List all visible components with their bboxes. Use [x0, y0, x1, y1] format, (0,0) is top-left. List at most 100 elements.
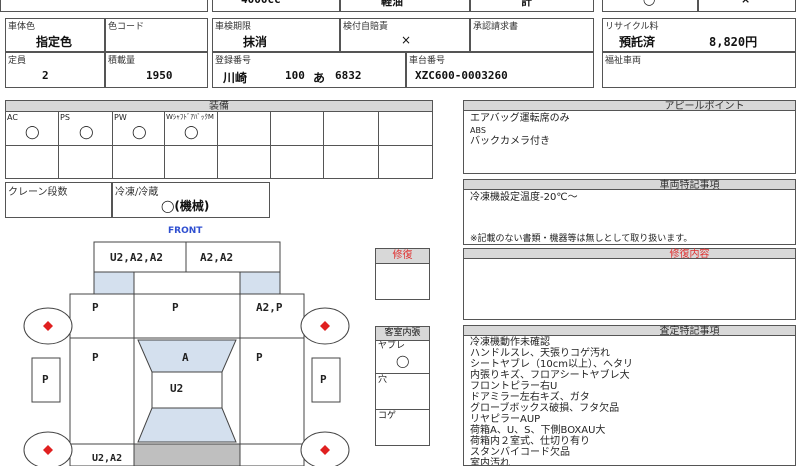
- load-cell: 積載量 1950: [105, 52, 208, 88]
- interior-label-tear: ヤブレ: [378, 341, 406, 351]
- diagram-mid-right: A2,P: [256, 301, 283, 314]
- top-cell-fuel: 軽油: [340, 0, 470, 12]
- inspection-label: 車検期限: [215, 22, 252, 32]
- equip-label-pw: PW: [114, 113, 127, 122]
- approval-label: 承認請求書: [473, 22, 519, 32]
- diagram-mid-left: P: [92, 301, 99, 314]
- body-color-cell: 車体色 指定色: [5, 18, 105, 52]
- interior-box: 客室内張 ヤブレ ◯ 穴 コゲ: [375, 326, 430, 446]
- diagram-bottom-left: U2,A2: [92, 453, 123, 464]
- note-line: リヤピラーAUP: [470, 414, 541, 425]
- recycle-label: リサイクル料: [605, 22, 659, 32]
- diagram-lower-left: P: [92, 351, 99, 364]
- body-color-value: 指定色: [36, 35, 73, 49]
- front-label: FRONT: [168, 226, 203, 236]
- approval-cell: 承認請求書: [470, 18, 594, 52]
- interior-mark-tear: ◯: [396, 354, 410, 368]
- registration-number: 6832: [335, 69, 362, 82]
- special-line-1: 冷凍機設定温度-20℃～: [470, 192, 578, 203]
- diagram-side-right: P: [320, 373, 327, 386]
- note-line: フロントピラー右U: [470, 381, 558, 392]
- load-value: 1950: [146, 69, 173, 82]
- crane-cell: クレーン段数: [5, 182, 112, 218]
- registration-cell: 登録番号 川崎 100 あ 6832: [212, 52, 406, 88]
- top-cell-left: [0, 0, 208, 12]
- registration-city: 川崎: [223, 71, 248, 85]
- top-cell-circle: ◯: [602, 0, 698, 12]
- circle-mark: ◯: [643, 0, 655, 6]
- recycle-amount: 8,820円: [709, 35, 758, 49]
- welfare-label: 福祉車両: [605, 56, 642, 66]
- note-line: ドアミラー左右キズ、ガタ: [470, 392, 590, 403]
- chassis-value: XZC600-0003260: [415, 69, 508, 82]
- welfare-cell: 福祉車両: [602, 52, 796, 88]
- capacity-cell: 定員 2: [5, 52, 105, 88]
- note-line: ハンドルスレ、天張りコゲ汚れ: [470, 348, 610, 359]
- chassis-cell: 車台番号 XZC600-0003260: [406, 52, 594, 88]
- note-line: スタンバイコード欠品: [470, 447, 570, 458]
- equip-mark-ac: ◯: [25, 125, 40, 140]
- fuel-value: 軽油: [381, 0, 403, 8]
- note-line: 内張りキズ、フロアシートヤブレ大: [470, 370, 630, 381]
- chassis-label: 車台番号: [409, 56, 446, 66]
- recycle-cell: リサイクル料 預託済 8,820円: [602, 18, 796, 52]
- equip-mark-4th: ◯: [184, 125, 199, 140]
- displacement-value: 4000cc: [241, 0, 281, 6]
- special-footer: ※記載のない書類・機器等は無しとして取り扱います。: [470, 234, 693, 244]
- note-line: 室内汚れ: [470, 458, 510, 466]
- repair-box: 修復: [375, 248, 430, 300]
- interior-title: 客室内張: [376, 327, 429, 341]
- note-line: グローブボックス破損、フタ欠品: [470, 403, 620, 414]
- color-code-label: 色コード: [108, 22, 145, 32]
- insurance-value: ×: [401, 33, 412, 47]
- repair-contents-box: [463, 258, 796, 320]
- capacity-value: 2: [42, 69, 49, 82]
- equip-label-4th: WｼｬﾌﾄﾞｱﾊﾞｯｸMT: [166, 113, 214, 121]
- appeal-line-2: ABS: [470, 126, 486, 135]
- diagram-mid-center: P: [172, 301, 179, 314]
- equip-mark-ps: ◯: [79, 125, 94, 140]
- insurance-label: 検付自賠責: [343, 22, 389, 32]
- diagram-lower-right: P: [256, 351, 263, 364]
- registration-kana: あ: [313, 71, 326, 85]
- color-code-cell: 色コード: [105, 18, 208, 52]
- note-line: 冷凍機動作未確認: [470, 337, 550, 348]
- load-label: 積載量: [108, 56, 136, 66]
- misc-value: 計: [521, 0, 532, 8]
- diagram-top-right: A2,A2: [200, 251, 234, 264]
- note-line: シートヤブレ（10cm以上）、ヘタリ: [470, 359, 633, 370]
- top-cell-misc: 計: [470, 0, 594, 12]
- recycle-status: 預託済: [619, 35, 656, 49]
- appeal-line-3: バックカメラ付き: [470, 136, 550, 147]
- special-box: 冷凍機設定温度-20℃～ ※記載のない書類・機器等は無しとして取り扱います。: [463, 189, 796, 245]
- equip-label-ps: PS: [60, 113, 70, 122]
- repair-box-label: 修復: [376, 249, 429, 264]
- capacity-label: 定員: [8, 56, 27, 66]
- insurance-cell: 検付自賠責 ×: [340, 18, 470, 52]
- diagram-center-a: A: [182, 351, 189, 364]
- diagram-center-u2: U2: [170, 382, 184, 395]
- top-cell-displacement: 4000cc: [212, 0, 340, 12]
- freezer-value: ◯(機械): [161, 199, 210, 213]
- appeal-line-1: エアバッグ運転席のみ: [470, 113, 570, 124]
- body-color-label: 車体色: [8, 22, 36, 32]
- inspection-value: 抹消: [243, 35, 268, 49]
- note-line: 荷箱A、U、S、下側BOXAU大: [470, 425, 606, 436]
- top-cell-cross: ×: [698, 0, 796, 12]
- crane-label: クレーン段数: [8, 187, 68, 198]
- interior-label-burn: コゲ: [378, 411, 397, 421]
- freezer-label: 冷凍/冷蔵: [115, 187, 159, 198]
- note-line: 荷箱内２室式、仕切り有り: [470, 436, 590, 447]
- inspection-cell: 車検期限 抹消: [212, 18, 340, 52]
- interior-label-hole: 穴: [378, 375, 388, 385]
- freezer-cell: 冷凍/冷蔵 ◯(機械): [112, 182, 270, 218]
- equip-mark-pw: ◯: [132, 125, 147, 140]
- equip-label-ac: AC: [7, 113, 18, 122]
- inspection-notes-box: 冷凍機動作未確認 ハンドルスレ、天張りコゲ汚れ シートヤブレ（10cm以上）、ヘ…: [463, 335, 796, 466]
- diagram-top-left: U2,A2,A2: [110, 251, 163, 264]
- diagram-side-left: P: [42, 373, 49, 386]
- registration-label: 登録番号: [215, 56, 252, 66]
- registration-class: 100: [285, 69, 305, 82]
- cross-mark: ×: [741, 0, 750, 6]
- appeal-box: エアバッグ運転席のみ ABS バックカメラ付き: [463, 110, 796, 174]
